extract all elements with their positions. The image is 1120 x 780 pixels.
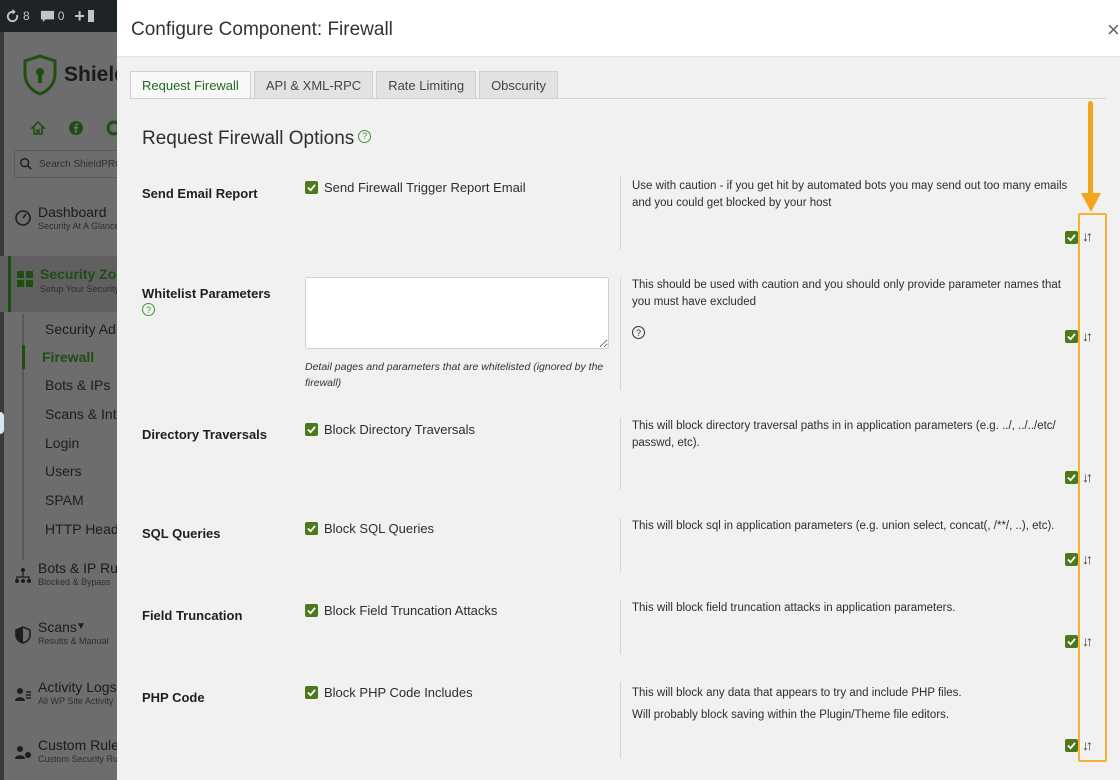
control-checkbox[interactable] bbox=[1065, 471, 1078, 484]
users-icon bbox=[15, 688, 31, 701]
shield-half-icon bbox=[15, 626, 31, 644]
nav-scans[interactable]: Scans Results & Manual ▼ bbox=[0, 619, 120, 659]
caret-down-icon: ▼ bbox=[76, 621, 86, 632]
option-label: Field Truncation bbox=[142, 608, 243, 623]
subnav-security-admin[interactable]: Security Admin bbox=[45, 321, 120, 337]
option-php-code: PHP Code Block PHP Code Includes This wi… bbox=[117, 682, 1120, 760]
control-checkbox[interactable] bbox=[1065, 739, 1078, 752]
annotation-highlight-box bbox=[1078, 213, 1107, 762]
nav-custom-rules[interactable]: Custom Rules Custom Security Rules bbox=[0, 737, 120, 777]
checkbox-checked-icon bbox=[305, 423, 318, 436]
admin-bar: 8 0 + bbox=[0, 0, 120, 32]
option-description: This should be used with caution and you… bbox=[632, 279, 1061, 308]
grid-icon bbox=[17, 271, 33, 287]
facebook-icon[interactable] bbox=[68, 120, 84, 136]
option-directory-traversals: Directory Traversals Block Directory Tra… bbox=[117, 418, 1120, 492]
block-field-truncation-checkbox[interactable]: Block Field Truncation Attacks bbox=[305, 603, 497, 618]
rules-icon bbox=[15, 746, 31, 759]
option-field-truncation: Field Truncation Block Field Truncation … bbox=[117, 600, 1120, 656]
comments-count: 0 bbox=[57, 9, 65, 23]
gauge-icon bbox=[15, 210, 31, 226]
plugin-sidebar: Shield Search ShieldPRO Dashboard Securi… bbox=[0, 32, 120, 780]
option-description: This will block field truncation attacks… bbox=[632, 602, 956, 614]
modal-title: Configure Component: Firewall bbox=[131, 19, 393, 40]
option-send-email-report: Send Email Report Send Firewall Trigger … bbox=[117, 176, 1120, 252]
option-description: Use with caution - if you get hit by aut… bbox=[632, 180, 1068, 209]
comments-button[interactable]: 0 bbox=[35, 0, 70, 32]
option-sql-queries: SQL Queries Block SQL Queries This will … bbox=[117, 518, 1120, 574]
control-checkbox[interactable] bbox=[1065, 635, 1078, 648]
nav-bots-ip-rules[interactable]: Bots & IP Rules Blocked & Bypass bbox=[0, 560, 120, 600]
new-content-button[interactable]: + bbox=[69, 0, 99, 32]
block-directory-traversals-checkbox[interactable]: Block Directory Traversals bbox=[305, 422, 475, 437]
option-label: Send Email Report bbox=[142, 186, 258, 201]
control-checkbox[interactable] bbox=[1065, 553, 1078, 566]
tab-obscurity[interactable]: Obscurity bbox=[479, 71, 558, 99]
updates-count: 8 bbox=[23, 9, 30, 23]
checkbox-checked-icon bbox=[305, 686, 318, 699]
subnav-spam[interactable]: SPAM bbox=[45, 492, 84, 508]
annotation-arrow bbox=[1088, 101, 1093, 197]
help-icon[interactable]: ? bbox=[358, 129, 372, 143]
block-php-code-checkbox[interactable]: Block PHP Code Includes bbox=[305, 685, 473, 700]
option-label: PHP Code bbox=[142, 690, 205, 705]
tab-bar: Request Firewall API & XML-RPC Rate Limi… bbox=[130, 71, 558, 99]
comment-icon bbox=[40, 10, 54, 22]
search-icon bbox=[20, 158, 32, 170]
subnav-bots-ips[interactable]: Bots & IPs bbox=[45, 377, 110, 393]
info-icon[interactable]: ? bbox=[632, 326, 645, 339]
subnav-users[interactable]: Users bbox=[45, 463, 82, 479]
send-email-checkbox[interactable]: Send Firewall Trigger Report Email bbox=[305, 180, 526, 195]
option-label: Whitelist Parameters bbox=[142, 286, 271, 301]
option-label: Directory Traversals bbox=[142, 427, 268, 442]
shield-logo[interactable]: Shield bbox=[22, 54, 120, 96]
section-title: Request Firewall Options ? bbox=[142, 128, 372, 150]
configure-component-modal: Configure Component: Firewall × Request … bbox=[117, 0, 1120, 780]
whitelist-parameters-input[interactable] bbox=[305, 277, 609, 349]
logo-text: Shield bbox=[64, 63, 120, 86]
option-description: This will block any data that appears to… bbox=[632, 687, 962, 721]
updates-button[interactable]: 8 bbox=[0, 0, 35, 32]
close-icon[interactable]: × bbox=[1107, 17, 1120, 43]
refresh-icon bbox=[6, 8, 19, 22]
checkbox-checked-icon bbox=[305, 181, 318, 194]
checkbox-checked-icon bbox=[305, 522, 318, 535]
nav-security-zones[interactable]: Security Zones Setup Your Security bbox=[0, 256, 120, 312]
subnav-http-headers[interactable]: HTTP Headers bbox=[45, 521, 120, 537]
option-help-text: Detail pages and parameters that are whi… bbox=[305, 361, 604, 389]
sidebar-search-input[interactable]: Search ShieldPRO bbox=[14, 150, 120, 178]
subnav-scans-integrity[interactable]: Scans & Integrity bbox=[45, 406, 120, 422]
tab-request-firewall[interactable]: Request Firewall bbox=[130, 71, 251, 99]
control-checkbox[interactable] bbox=[1065, 231, 1078, 244]
network-icon bbox=[15, 568, 31, 583]
option-description: This will block sql in application param… bbox=[632, 520, 1055, 532]
nav-dashboard[interactable]: Dashboard Security At A Glance bbox=[0, 204, 120, 244]
control-checkbox[interactable] bbox=[1065, 330, 1078, 343]
sidebar-search-placeholder: Search ShieldPRO bbox=[39, 158, 120, 170]
nav-activity-logs[interactable]: Activity Logs All WP Site Activity bbox=[0, 679, 120, 719]
help-icon[interactable]: ? bbox=[142, 303, 155, 316]
checkbox-checked-icon bbox=[305, 604, 318, 617]
subnav-firewall[interactable]: Firewall bbox=[42, 349, 94, 365]
subnav-login[interactable]: Login bbox=[45, 435, 79, 451]
shield-lock-icon bbox=[23, 54, 57, 96]
block-sql-queries-checkbox[interactable]: Block SQL Queries bbox=[305, 521, 434, 536]
tab-api-xml-rpc[interactable]: API & XML-RPC bbox=[253, 71, 374, 99]
quick-links bbox=[30, 120, 120, 136]
plus-icon: + bbox=[74, 5, 85, 26]
modal-header: Configure Component: Firewall × bbox=[117, 0, 1120, 57]
tab-rate-limiting[interactable]: Rate Limiting bbox=[376, 71, 477, 99]
option-description: This will block directory traversal path… bbox=[632, 420, 1056, 449]
annotation-arrow-head bbox=[1081, 193, 1101, 212]
option-label: SQL Queries bbox=[142, 526, 221, 541]
home-icon[interactable] bbox=[30, 120, 46, 136]
